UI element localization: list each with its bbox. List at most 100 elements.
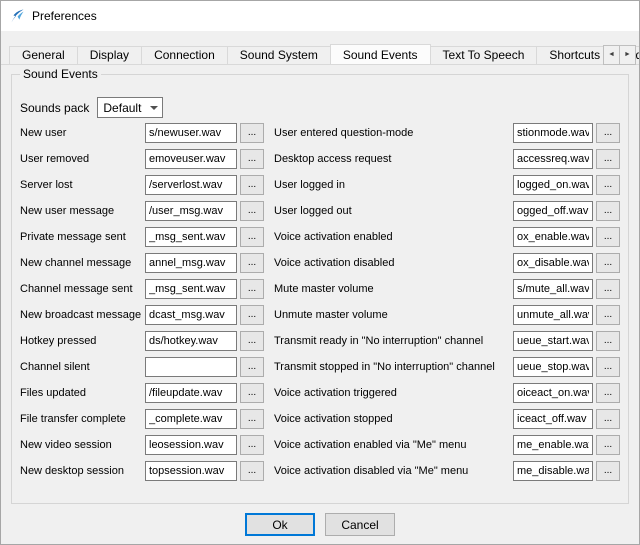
sound-event-input[interactable] [145,175,237,195]
sound-event-input[interactable] [513,409,593,429]
browse-button[interactable]: ... [596,227,620,247]
sound-event-input[interactable] [145,357,237,377]
sound-event-label: New user [20,127,145,139]
sound-event-label: New channel message [20,257,145,269]
sound-event-label: New broadcast message [20,309,145,321]
sound-event-input[interactable] [145,461,237,481]
browse-button[interactable]: ... [240,383,264,403]
sound-event-input[interactable] [145,123,237,143]
tab-label: Sound Events [343,48,418,62]
tab-label: General [22,48,65,62]
browse-button[interactable]: ... [240,435,264,455]
ok-button[interactable]: Ok [245,513,315,536]
tab-scroll: ◄ ► [603,45,636,65]
browse-button[interactable]: ... [240,409,264,429]
browse-button[interactable]: ... [596,201,620,221]
browse-button[interactable]: ... [240,175,264,195]
sound-event-row: User logged out ... [274,201,620,221]
tab-text-to-speech[interactable]: Text To Speech [430,46,538,64]
browse-button[interactable]: ... [596,357,620,377]
sound-event-row: File transfer complete ... [20,409,264,429]
arrow-left-icon: ◄ [608,51,615,58]
sound-event-input[interactable] [513,435,593,455]
sound-event-row: User removed ... [20,149,264,169]
browse-button[interactable]: ... [240,305,264,325]
browse-button[interactable]: ... [596,279,620,299]
sound-event-input[interactable] [145,149,237,169]
tab-general[interactable]: General [9,46,78,64]
browse-button[interactable]: ... [596,331,620,351]
sound-event-row: New user ... [20,123,264,143]
browse-button[interactable]: ... [596,305,620,325]
sound-event-input[interactable] [513,305,593,325]
sound-event-label: Voice activation disabled via "Me" menu [274,465,513,477]
tab-label: Display [90,48,129,62]
browse-button[interactable]: ... [596,409,620,429]
browse-button[interactable]: ... [240,149,264,169]
sound-event-label: Transmit stopped in "No interruption" ch… [274,361,513,373]
browse-button[interactable]: ... [596,383,620,403]
browse-button[interactable]: ... [596,253,620,273]
sounds-pack-select[interactable]: Default [97,97,163,118]
sound-event-input[interactable] [145,435,237,455]
tab-sound-events[interactable]: Sound Events [330,44,431,65]
tab-scroll-left-button[interactable]: ◄ [603,45,620,65]
sound-event-input[interactable] [145,383,237,403]
sound-event-input[interactable] [145,227,237,247]
sound-event-input[interactable] [145,253,237,273]
browse-button[interactable]: ... [240,123,264,143]
sound-event-input[interactable] [513,201,593,221]
sound-event-input[interactable] [513,357,593,377]
sound-event-input[interactable] [145,409,237,429]
sound-event-row: Channel message sent ... [20,279,264,299]
browse-button[interactable]: ... [240,253,264,273]
sound-event-input[interactable] [145,305,237,325]
browse-button[interactable]: ... [596,123,620,143]
sound-events-groupbox: Sound Events Sounds pack Default New use… [11,74,629,504]
sound-event-label: New video session [20,439,145,451]
sound-event-label: File transfer complete [20,413,145,425]
tab-display[interactable]: Display [77,46,142,64]
browse-button[interactable]: ... [596,149,620,169]
cancel-button[interactable]: Cancel [325,513,395,536]
sound-event-row: Channel silent ... [20,357,264,377]
sound-event-row: Private message sent ... [20,227,264,247]
sound-event-input[interactable] [513,123,593,143]
sound-event-input[interactable] [513,227,593,247]
browse-button[interactable]: ... [240,331,264,351]
sound-event-input[interactable] [513,279,593,299]
browse-button[interactable]: ... [596,175,620,195]
sound-event-input[interactable] [513,149,593,169]
tab-connection[interactable]: Connection [141,46,228,64]
sound-event-row: New channel message ... [20,253,264,273]
sound-event-label: New desktop session [20,465,145,477]
sound-event-row: Transmit stopped in "No interruption" ch… [274,357,620,377]
tab-label: Connection [154,48,215,62]
sound-event-input[interactable] [145,331,237,351]
browse-button[interactable]: ... [240,357,264,377]
browse-button[interactable]: ... [596,435,620,455]
browse-button[interactable]: ... [240,201,264,221]
sound-event-input[interactable] [513,461,593,481]
sound-event-input[interactable] [145,201,237,221]
browse-button[interactable]: ... [240,279,264,299]
sound-event-input[interactable] [513,383,593,403]
tab-sound-system[interactable]: Sound System [227,46,331,64]
tab-shortcuts[interactable]: Shortcuts [536,46,613,64]
browse-button[interactable]: ... [596,461,620,481]
sound-event-label: Channel silent [20,361,145,373]
sound-event-label: Server lost [20,179,145,191]
sound-event-row: Server lost ... [20,175,264,195]
sound-event-row: Voice activation disabled ... [274,253,620,273]
sound-event-input[interactable] [145,279,237,299]
app-icon [9,8,25,24]
sound-event-label: User logged in [274,179,513,191]
sound-event-input[interactable] [513,253,593,273]
browse-button[interactable]: ... [240,461,264,481]
browse-button[interactable]: ... [240,227,264,247]
sound-event-input[interactable] [513,331,593,351]
tab-scroll-right-button[interactable]: ► [619,45,636,65]
sound-event-input[interactable] [513,175,593,195]
sound-event-label: Voice activation triggered [274,387,513,399]
sound-event-label: Transmit ready in "No interruption" chan… [274,335,513,347]
